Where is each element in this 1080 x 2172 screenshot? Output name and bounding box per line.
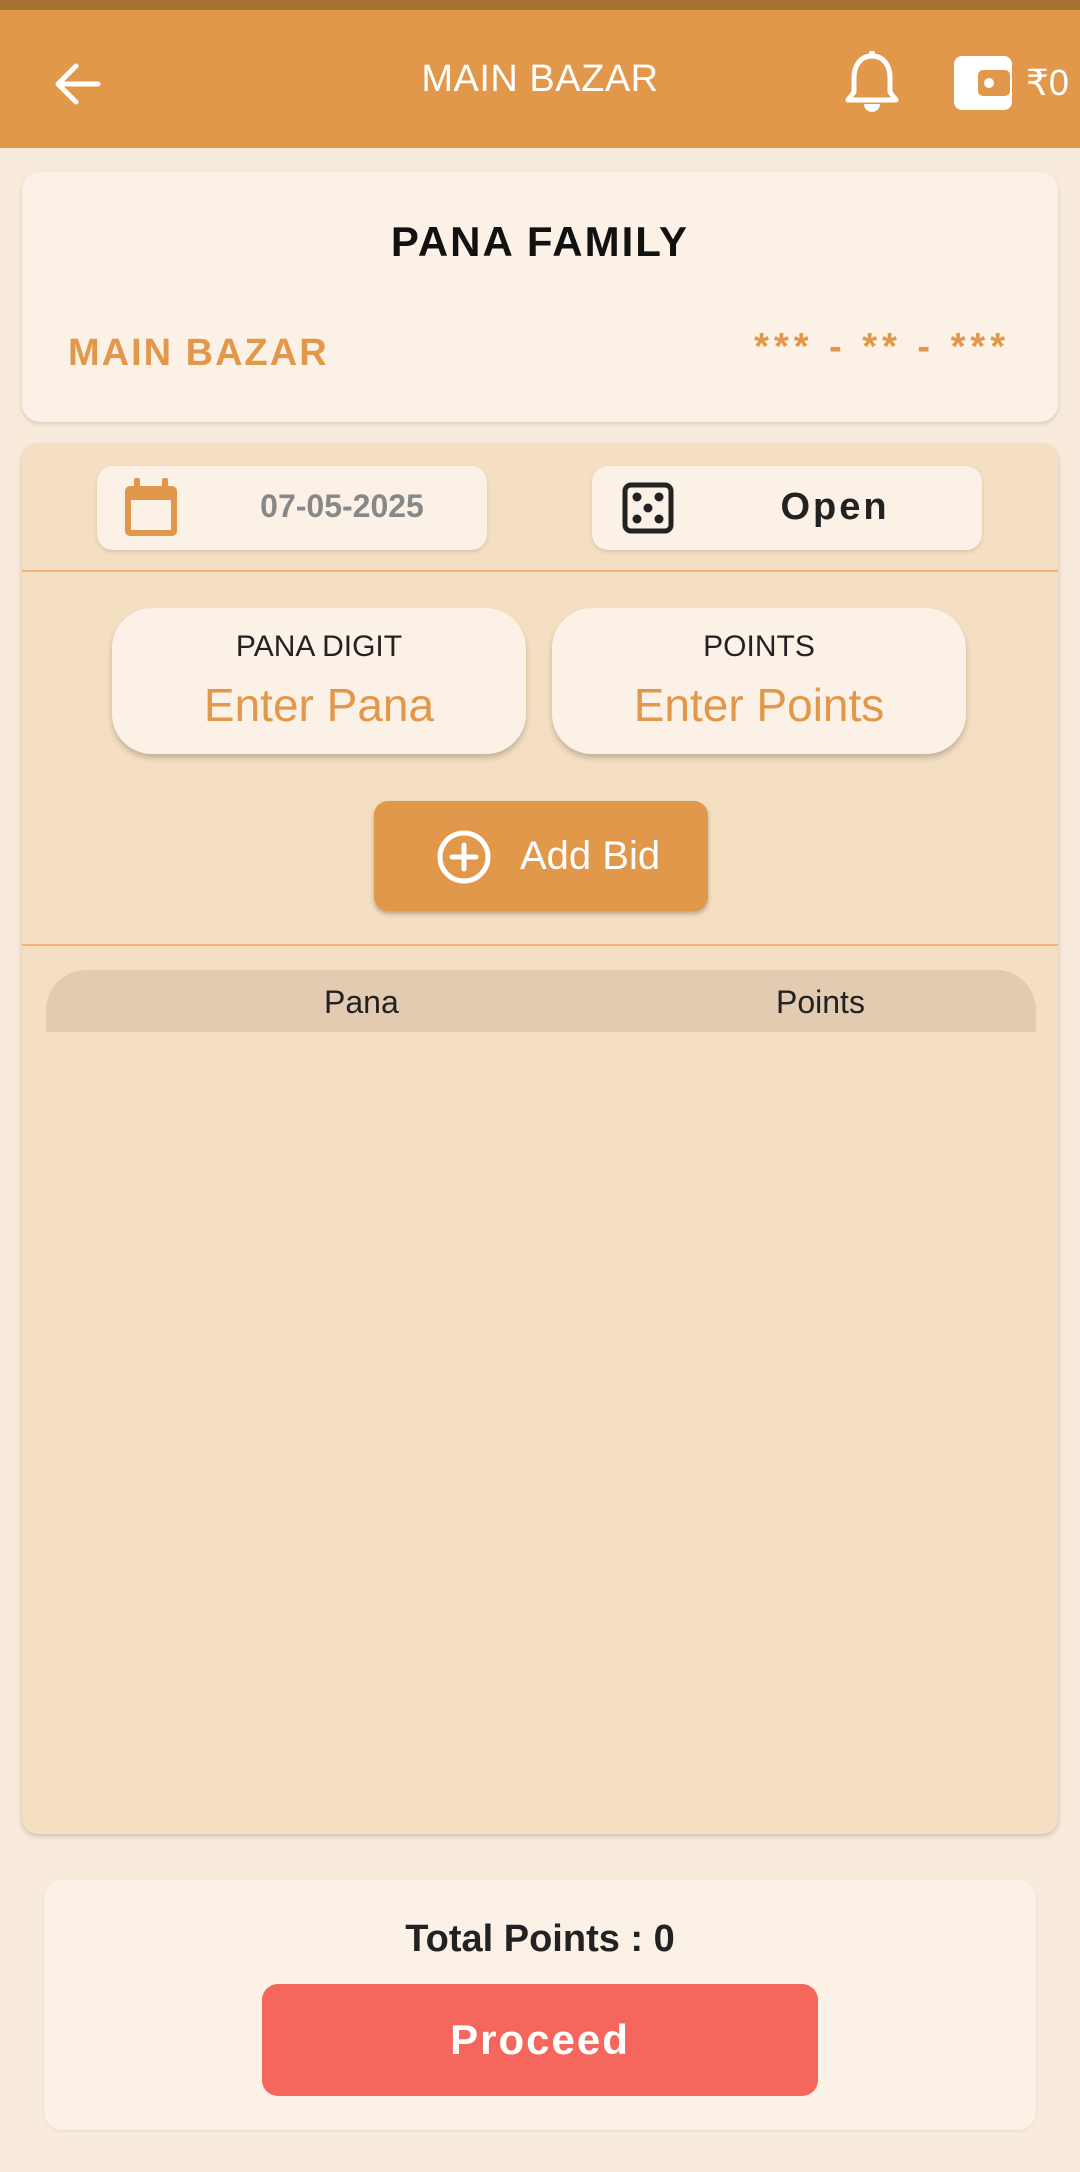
session-selector[interactable]: Open [592,466,982,550]
add-bid-label: Add Bid [520,834,661,878]
calendar-icon [121,476,181,540]
game-info-card: PANA FAMILY MAIN BAZAR *** - ** - *** [22,172,1058,422]
points-label: POINTS [703,630,815,663]
status-strip [0,0,1080,10]
app-bar: MAIN BAZAR ₹0 [0,10,1080,148]
points-card[interactable]: POINTS [552,608,966,754]
session-value: Open [780,486,890,528]
bid-panel: 07-05-2025 Open PANA DIGIT POINTS [22,444,1058,1834]
divider [22,944,1058,946]
page-title: MAIN BAZAR [421,58,659,100]
pana-input[interactable] [132,674,506,736]
pana-digit-card[interactable]: PANA DIGIT [112,608,526,754]
wallet-icon[interactable] [952,52,1014,114]
market-name: MAIN BAZAR [68,332,329,374]
divider [22,570,1058,572]
add-bid-button[interactable]: Add Bid [374,801,708,911]
game-type-title: PANA FAMILY [390,218,690,265]
total-points: Total Points : 0 [405,1918,675,1960]
footer-card: Total Points : 0 Proceed [44,1880,1036,2130]
column-points: Points [776,984,865,1020]
dice-icon [622,482,674,534]
market-result: *** - ** - *** [754,326,1010,368]
wallet-balance[interactable]: ₹0 [1026,62,1069,104]
bids-table-header: Pana Points [46,970,1036,1032]
date-selector[interactable]: 07-05-2025 [97,466,487,550]
plus-circle-icon [436,829,492,885]
pana-digit-label: PANA DIGIT [235,630,403,663]
points-input[interactable] [572,674,946,736]
proceed-button[interactable]: Proceed [262,1984,818,2096]
bell-icon[interactable] [842,50,902,118]
date-value: 07-05-2025 [260,488,424,524]
column-pana: Pana [324,984,399,1020]
